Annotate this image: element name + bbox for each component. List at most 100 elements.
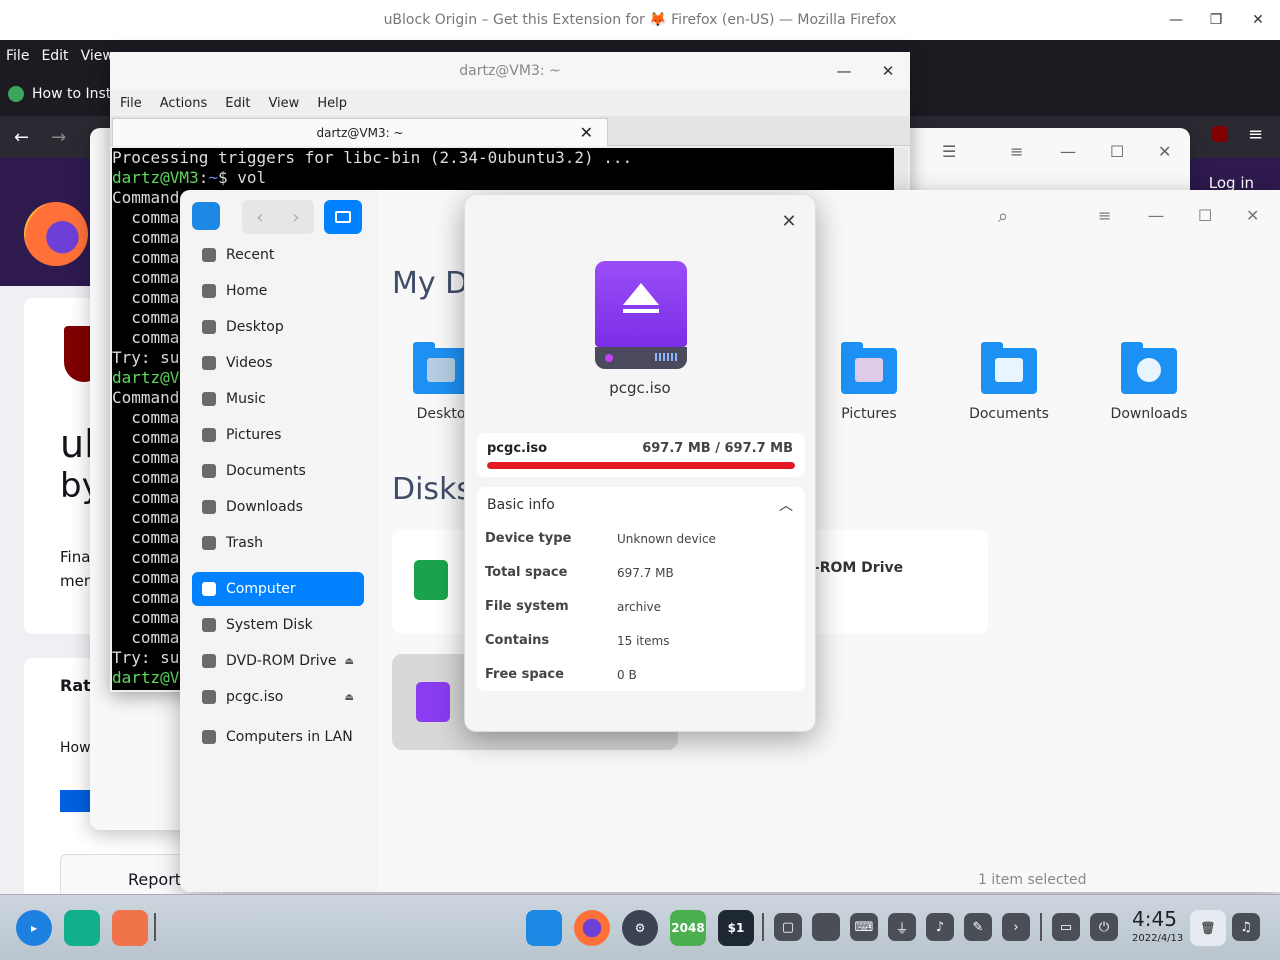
- menu-file[interactable]: File: [6, 48, 29, 64]
- list-view-icon[interactable]: ☰: [942, 142, 956, 161]
- menu-icon[interactable]: ≡: [1098, 206, 1111, 225]
- basic-info-panel: Basic info ︿ Device type Unknown device …: [477, 487, 805, 691]
- disk-icon: [202, 618, 216, 632]
- terminal-dock-icon[interactable]: $1: [718, 910, 754, 946]
- sidebar-item-home[interactable]: Home: [192, 274, 364, 308]
- chevron-up-icon[interactable]: ︿: [779, 495, 793, 515]
- usage-panel: pcgc.iso 697.7 MB / 697.7 MB: [477, 433, 805, 477]
- power-icon[interactable]: ⏻: [1090, 913, 1118, 941]
- forward-arrow-icon[interactable]: →: [51, 127, 66, 148]
- close-tab-icon[interactable]: ✕: [580, 123, 593, 142]
- maximize-icon[interactable]: ☐: [1110, 142, 1124, 161]
- chevron-right-icon[interactable]: ›: [1002, 913, 1030, 941]
- eject-icon[interactable]: ⏏: [345, 656, 354, 667]
- eject-icon[interactable]: ⏏: [345, 692, 354, 703]
- download-icon: [202, 500, 216, 514]
- terminal-tab-title: dartz@VM3: ~: [316, 125, 404, 140]
- sidebar-item-trash[interactable]: Trash: [192, 526, 364, 560]
- sidebar-item-pcgc-iso[interactable]: pcgc.iso ⏏: [192, 680, 364, 714]
- usage-device-name: pcgc.iso: [487, 441, 548, 456]
- close-icon[interactable]: ✕: [866, 52, 910, 90]
- row-value: 697.7 MB: [617, 566, 674, 580]
- clock-time[interactable]: 4:45: [1132, 907, 1177, 931]
- sidebar-item-pictures[interactable]: Pictures: [192, 418, 364, 452]
- back-arrow-icon[interactable]: ←: [14, 127, 29, 148]
- menu-edit[interactable]: Edit: [41, 48, 68, 64]
- sidebar-item-music[interactable]: Music: [192, 382, 364, 416]
- sidebar-item-label: Documents: [226, 463, 306, 479]
- sidebar-item-system-disk[interactable]: System Disk: [192, 608, 364, 642]
- volume-icon[interactable]: ♪: [926, 913, 954, 941]
- terminal-menu-view[interactable]: View: [268, 96, 299, 111]
- minimize-icon[interactable]: —: [1156, 0, 1196, 40]
- multitask-icon[interactable]: [64, 910, 100, 946]
- sidebar-item-dvd-rom-drive[interactable]: DVD-ROM Drive ⏏: [192, 644, 364, 678]
- hamburger-menu-icon[interactable]: ≡: [1248, 124, 1263, 145]
- row-key: File system: [485, 599, 569, 614]
- back-icon[interactable]: ‹: [242, 200, 278, 234]
- folder-downloads[interactable]: Downloads: [1094, 330, 1204, 440]
- forward-icon[interactable]: ›: [278, 200, 314, 234]
- ublock-icon[interactable]: [1212, 126, 1228, 142]
- file-manager-dock-icon[interactable]: [526, 910, 562, 946]
- usb-icon[interactable]: ⏚: [888, 913, 916, 941]
- terminal-line: Processing triggers for libc-bin (2.34-0…: [112, 148, 633, 167]
- terminal-tab[interactable]: dartz@VM3: ~ ✕: [112, 118, 608, 146]
- rate-question: How: [60, 740, 91, 756]
- settings-gear-icon[interactable]: ⚙: [622, 910, 658, 946]
- report-link[interactable]: Report: [128, 870, 181, 889]
- menu-view[interactable]: View: [81, 48, 114, 64]
- sidebar-item-downloads[interactable]: Downloads: [192, 490, 364, 524]
- window-icon[interactable]: [812, 913, 840, 941]
- close-icon[interactable]: ✕: [1158, 142, 1171, 161]
- minimize-icon[interactable]: —: [1060, 142, 1076, 161]
- sidebar-item-recent[interactable]: Recent: [192, 238, 364, 272]
- screenshot-icon[interactable]: ▢: [774, 913, 802, 941]
- terminal-menu-help[interactable]: Help: [317, 96, 347, 111]
- sidebar-item-desktop[interactable]: Desktop: [192, 310, 364, 344]
- folder-label: Downloads: [1110, 406, 1188, 422]
- sidebar-item-videos[interactable]: Videos: [192, 346, 364, 380]
- documents-folder-icon: [981, 342, 1037, 394]
- workspace-icon[interactable]: [112, 910, 148, 946]
- sidebar-item-computers-in-lan[interactable]: Computers in LAN: [192, 720, 364, 754]
- menu-icon[interactable]: ≡: [1010, 142, 1023, 161]
- device-name: pcgc.iso: [609, 379, 671, 397]
- terminal-menu-actions[interactable]: Actions: [160, 96, 208, 111]
- pen-icon[interactable]: ✎: [964, 913, 992, 941]
- sidebar-item-documents[interactable]: Documents: [192, 454, 364, 488]
- properties-dialog: ✕ pcgc.iso pcgc.iso 697.7 MB / 697.7 MB …: [464, 194, 816, 732]
- launcher-icon[interactable]: ▸: [16, 910, 52, 946]
- search-icon[interactable]: ⌕: [998, 206, 1008, 227]
- keyboard-icon[interactable]: ⌨: [850, 913, 878, 941]
- sidebar-item-computer[interactable]: Computer: [192, 572, 364, 606]
- close-icon[interactable]: ✕: [1238, 0, 1278, 40]
- tab-how-to-install[interactable]: How to Insta: [32, 86, 120, 102]
- terminal-menu-file[interactable]: File: [120, 96, 142, 111]
- game-2048-icon[interactable]: 2048: [670, 910, 706, 946]
- maximize-icon[interactable]: ❐: [1196, 0, 1236, 40]
- usage-bar-fill: [487, 462, 795, 469]
- maximize-icon[interactable]: ☐: [1198, 206, 1212, 225]
- removable-disk-icon: [595, 261, 687, 369]
- usage-value: 697.7 MB / 697.7 MB: [642, 441, 793, 456]
- folder-documents[interactable]: Documents: [954, 330, 1064, 440]
- row-key: Free space: [485, 667, 564, 682]
- close-icon[interactable]: ✕: [1246, 206, 1259, 225]
- picture-icon: [202, 428, 216, 442]
- basic-info-header[interactable]: Basic info: [487, 497, 555, 513]
- folder-pictures[interactable]: Pictures: [814, 330, 924, 440]
- downloads-folder-icon: [1121, 342, 1177, 394]
- computer-view-button[interactable]: [324, 200, 362, 234]
- terminal-dock-label: $1: [727, 921, 745, 935]
- row-value: archive: [617, 600, 662, 614]
- minimize-icon[interactable]: —: [1148, 206, 1164, 225]
- terminal-menu-edit[interactable]: Edit: [225, 96, 250, 111]
- notification-bell-icon[interactable]: ♫: [1232, 913, 1260, 941]
- firefox-dock-icon[interactable]: [574, 910, 610, 946]
- trash-icon: [202, 536, 216, 550]
- trash-dock-icon[interactable]: 🗑: [1190, 910, 1226, 946]
- folder-label: Pictures: [841, 406, 897, 422]
- input-method-icon[interactable]: ▭: [1052, 913, 1080, 941]
- close-icon[interactable]: ✕: [777, 209, 801, 233]
